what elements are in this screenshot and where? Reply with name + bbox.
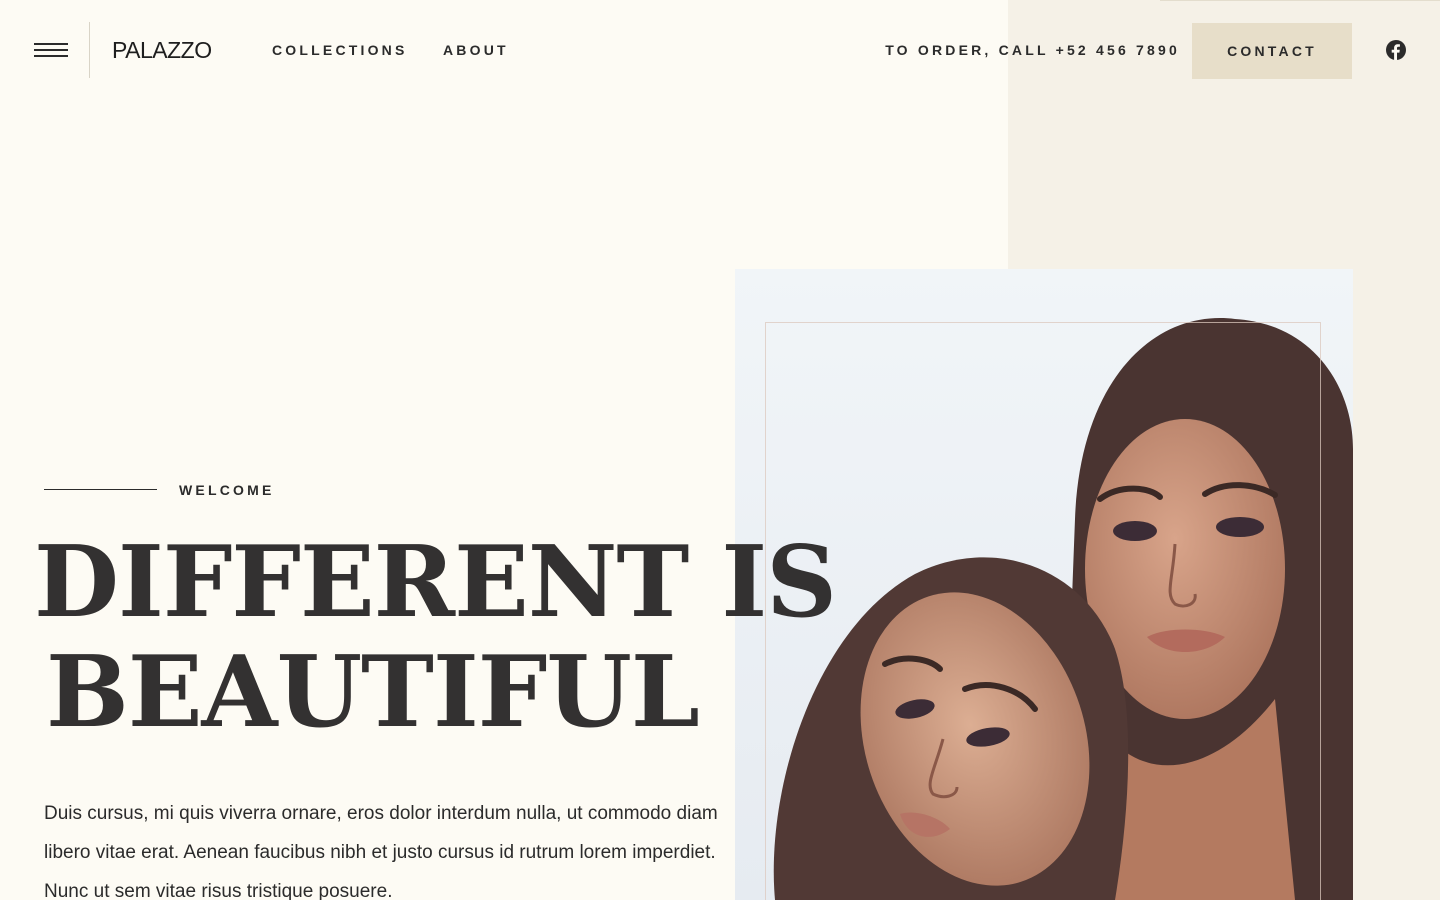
welcome-rule <box>44 489 157 490</box>
page: PALAZZO COLLECTIONS ABOUT TO ORDER, CALL… <box>0 0 1440 900</box>
hamburger-menu-icon[interactable] <box>34 40 68 60</box>
hero-headline-line-2: BEAUTIFUL <box>46 635 700 750</box>
hero-headline-line-1: DIFFERENT IS <box>34 525 837 640</box>
facebook-icon[interactable] <box>1386 40 1406 60</box>
nav-about[interactable]: ABOUT <box>443 40 509 60</box>
header-divider <box>89 22 90 78</box>
header-top-rule <box>1160 0 1440 1</box>
order-phone-text: TO ORDER, CALL +52 456 7890 <box>885 42 1180 58</box>
welcome-eyebrow: WELCOME <box>179 482 275 498</box>
nav-collections[interactable]: COLLECTIONS <box>272 40 408 60</box>
brand-logo[interactable]: PALAZZO <box>112 34 212 66</box>
contact-button[interactable]: CONTACT <box>1192 23 1352 79</box>
hero-headline: DIFFERENT IS BEAUTIFUL <box>34 525 837 750</box>
hero-body-text: Duis cursus, mi quis viverra ornare, ero… <box>44 803 718 900</box>
